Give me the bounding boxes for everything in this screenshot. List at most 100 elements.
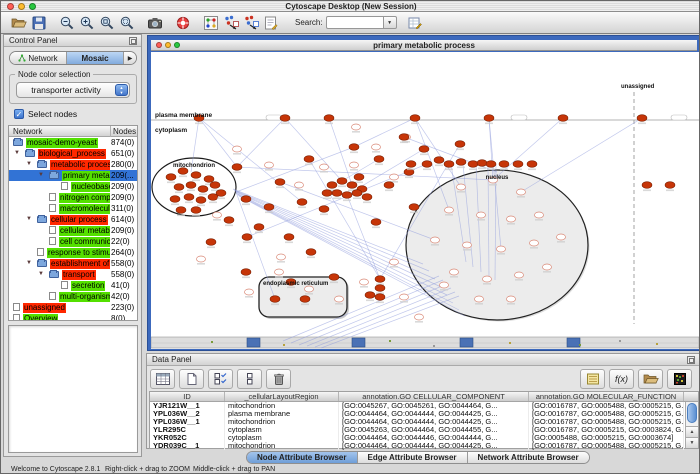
disclosure-triangle-icon[interactable]: ▼: [26, 159, 32, 170]
network-node[interactable]: [384, 182, 394, 189]
network-node[interactable]: [270, 296, 280, 303]
network-node-pale[interactable]: [515, 272, 524, 278]
network-node[interactable]: [329, 274, 339, 281]
tree-item[interactable]: secretion41(0): [9, 280, 137, 291]
network-node-pale[interactable]: [415, 314, 424, 320]
tab-network[interactable]: Network: [10, 52, 67, 64]
table-cell[interactable]: YPL036W__1: [150, 418, 225, 426]
network-node-pale[interactable]: [213, 212, 222, 218]
network-node[interactable]: [362, 194, 372, 201]
network-node-pale[interactable]: [445, 207, 454, 213]
network-node[interactable]: [371, 219, 381, 226]
network-node[interactable]: [434, 157, 444, 164]
network-node[interactable]: [342, 192, 352, 199]
network-edge[interactable]: [237, 167, 493, 180]
tree-item[interactable]: response to stimulu264(0): [9, 247, 137, 258]
table-column-header[interactable]: annotation.GO CELLULAR_COMPONENT: [339, 392, 529, 401]
snapshot-button[interactable]: [145, 14, 165, 32]
table-row[interactable]: YPL036W__1mitochondrion[GO:0044464, GO:0…: [150, 418, 698, 426]
table-cell[interactable]: [GO:0044464, GO:0044444, GO:0044425, G..…: [339, 410, 529, 418]
network-node[interactable]: [170, 196, 180, 203]
network-node[interactable]: [406, 161, 416, 168]
network-node-pale[interactable]: [197, 256, 206, 262]
network-node[interactable]: [558, 115, 568, 122]
network-node[interactable]: [332, 190, 342, 197]
network-node[interactable]: [324, 115, 334, 122]
network-node[interactable]: [306, 249, 316, 256]
disclosure-triangle-icon[interactable]: ▼: [26, 214, 32, 225]
table-cell[interactable]: YLR295C: [150, 426, 225, 434]
table-cell[interactable]: YDR039C__1: [150, 442, 225, 450]
network-node-pale[interactable]: [335, 296, 344, 302]
matrix-view-button[interactable]: [667, 369, 692, 389]
network-node[interactable]: [186, 182, 196, 189]
zoom-fit-button[interactable]: [97, 14, 117, 32]
table-cell[interactable]: cytoplasm: [225, 426, 339, 434]
browser-tab[interactable]: Edge Attribute Browser: [358, 452, 468, 463]
tree-item[interactable]: unassigned223(0): [9, 302, 137, 313]
network-node-pale[interactable]: [457, 184, 466, 190]
table-column-header[interactable]: _cellularLayoutRegion: [225, 392, 339, 401]
network-node[interactable]: [176, 207, 186, 214]
network-node[interactable]: [477, 160, 487, 167]
table-cell[interactable]: [GO:0016787, GO:0005215, GO:0003824, G..…: [529, 426, 684, 434]
float-panel-icon[interactable]: [129, 37, 137, 45]
attribute-table-button[interactable]: [150, 369, 175, 389]
disclosure-triangle-icon[interactable]: ▼: [14, 148, 20, 159]
delete-attribute-button[interactable]: [266, 369, 291, 389]
strip-node[interactable]: [567, 338, 580, 347]
network-node-pale[interactable]: [543, 264, 552, 270]
network-node[interactable]: [399, 134, 409, 141]
network-node[interactable]: [527, 161, 537, 168]
network-canvas[interactable]: plasma membranecytoplasmmitochondrionnuc…: [151, 52, 699, 349]
network-node-pale[interactable]: [463, 242, 472, 248]
network-edge[interactable]: [329, 118, 352, 185]
tree-item[interactable]: nitrogen compo209(0): [9, 192, 137, 203]
network-edge[interactable]: [347, 195, 380, 279]
network-edge[interactable]: [521, 118, 642, 192]
network-edge[interactable]: [237, 118, 285, 167]
tree-item[interactable]: multi-organism pro42(0): [9, 291, 137, 302]
network-node-pale[interactable]: [350, 162, 359, 168]
select-nodes-checkbox[interactable]: ✓: [14, 109, 24, 119]
tree-item[interactable]: cellular metabo209(0): [9, 225, 137, 236]
network-node[interactable]: [375, 294, 385, 301]
network-node[interactable]: [184, 194, 194, 201]
network-node[interactable]: [484, 115, 494, 122]
network-node-pale[interactable]: [497, 246, 506, 252]
color-attribute-combobox[interactable]: transporter activity ▲▼: [16, 82, 130, 98]
table-cell[interactable]: [GO:0045267, GO:0045261, GO:0044464, G..…: [339, 402, 529, 410]
select-attributes-button[interactable]: [208, 369, 233, 389]
network-node-pale[interactable]: [372, 144, 381, 150]
table-cell[interactable]: mitochondrion: [225, 418, 339, 426]
network-node[interactable]: [304, 156, 314, 163]
save-session-button[interactable]: [29, 14, 49, 32]
network-node[interactable]: [275, 179, 285, 186]
network-node-pale[interactable]: [440, 282, 449, 288]
network-node-pale[interactable]: [233, 146, 242, 152]
network-node-pale[interactable]: [360, 279, 369, 285]
network-node-pale[interactable]: [390, 259, 399, 265]
network-node-pale[interactable]: [275, 269, 284, 275]
scroll-up-icon[interactable]: ▲: [686, 426, 698, 437]
import-attributes-button[interactable]: [638, 369, 663, 389]
destroy-view-button[interactable]: [241, 14, 261, 32]
open-file-button[interactable]: [9, 14, 29, 32]
network-node[interactable]: [444, 161, 454, 168]
table-row[interactable]: YKR052Ccytoplasm[GO:0044464, GO:0044446,…: [150, 434, 698, 442]
network-node-pale[interactable]: [475, 296, 484, 302]
create-view-button[interactable]: [221, 14, 241, 32]
table-cell[interactable]: [GO:0016787, GO:0005488, GO:0005215, G..…: [529, 418, 684, 426]
table-cell[interactable]: YJR121W__1: [150, 402, 225, 410]
network-node[interactable]: [322, 190, 332, 197]
tree-item[interactable]: mosaic-demo-yeast874(0): [9, 137, 137, 148]
birds-eye-view[interactable]: [8, 325, 138, 453]
table-cell[interactable]: [GO:0044464, GO:0044444, GO:0044425, G..…: [339, 418, 529, 426]
network-node-pale[interactable]: [557, 234, 566, 240]
network-node-pale[interactable]: [535, 212, 544, 218]
formula-builder-button[interactable]: f(x): [609, 369, 634, 389]
tree-item[interactable]: ▼transport558(0): [9, 269, 137, 280]
tree-item[interactable]: Overview8(0): [9, 313, 137, 321]
annotation-button[interactable]: [261, 14, 281, 32]
network-node[interactable]: [254, 224, 264, 231]
